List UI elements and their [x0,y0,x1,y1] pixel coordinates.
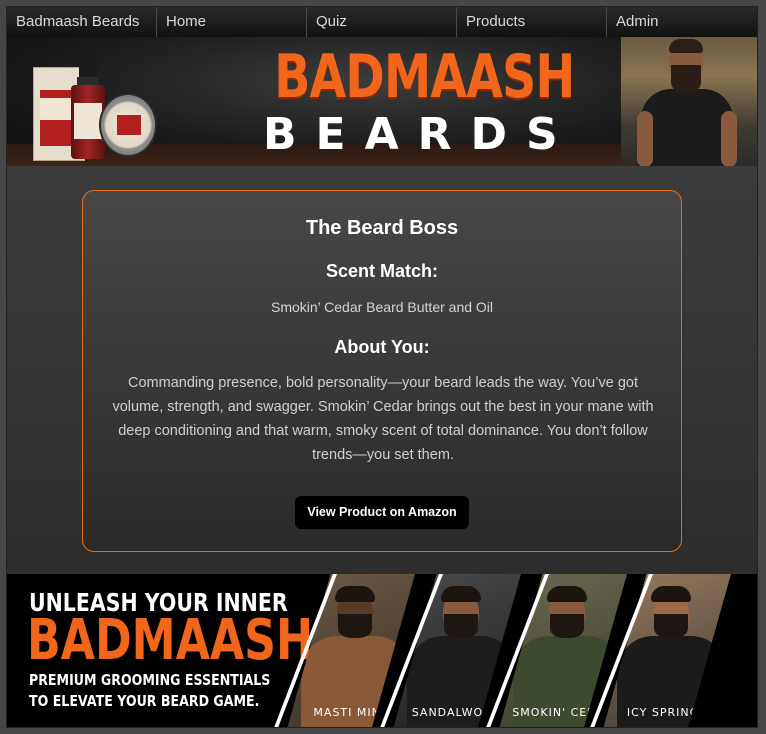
bearded-man-photo [621,37,757,166]
panel-label-sandalwood: SANDALWOOD [411,706,503,719]
main-content: The Beard Boss Scent Match: Smokin’ Ceda… [7,166,757,574]
nav-item-admin[interactable]: Admin [607,7,757,37]
panel-label-icy-springs: ICY SPRINGS [626,706,708,719]
promo-line-3b: TO ELEVATE YOUR BEARD GAME. [29,692,260,710]
result-title: The Beard Boss [305,217,459,239]
about-text: Commanding presence, bold personality—yo… [112,375,654,463]
nav-brand-link[interactable]: Badmaash Beards [7,7,157,37]
beard-butter-tin-image [99,93,157,157]
view-product-button[interactable]: View Product on Amazon [295,496,469,529]
scent-value: Smokin’ Cedar Beard Butter and Oil [270,299,494,315]
panel-label-masti-mint: MASTI MINT [313,706,389,719]
promo-line-3a: PREMIUM GROOMING ESSENTIALS [29,671,271,689]
page-frame: Badmaash Beards Home Quiz Products Admin… [6,6,758,728]
quiz-result-card: The Beard Boss Scent Match: Smokin’ Ceda… [82,190,682,552]
nav-item-quiz[interactable]: Quiz [307,7,457,37]
promo-line-3: PREMIUM GROOMING ESSENTIALS TO ELEVATE Y… [29,670,270,712]
promo-banner: UNLEASH YOUR INNER BADMAASH PREMIUM GROO… [7,574,757,727]
nav-item-home[interactable]: Home [157,7,307,37]
header-banner: BADMAASH BEARDS [7,37,757,166]
banner-logo-line2: BEARDS [263,109,577,160]
banner-logo-line1: BADMAASH [274,42,575,112]
promo-line-2: BADMAASH [27,608,314,673]
beard-oil-bottle-image [71,51,105,159]
scent-heading: Scent Match: [325,261,439,281]
about-heading: About You: [334,337,430,357]
top-nav: Badmaash Beards Home Quiz Products Admin [7,7,757,37]
nav-item-products[interactable]: Products [457,7,607,37]
